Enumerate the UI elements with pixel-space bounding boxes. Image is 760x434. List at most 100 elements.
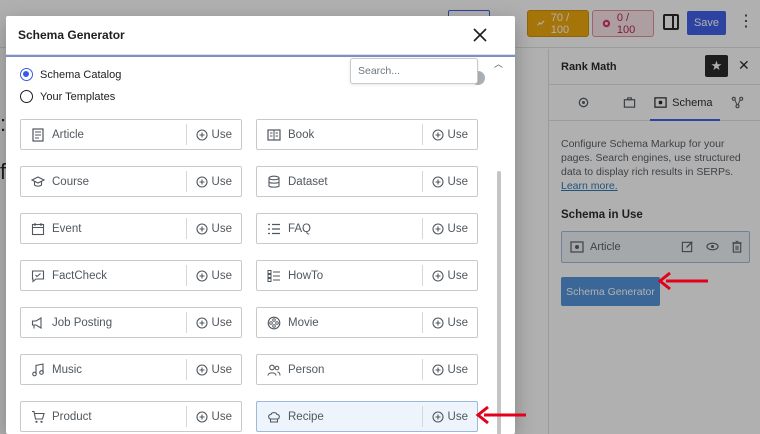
modal-title: Schema Generator <box>18 28 125 42</box>
modal-body: Schema Catalog Your Templates ︿ Article … <box>6 55 515 434</box>
radio-button[interactable] <box>20 90 33 103</box>
use-button[interactable]: Use <box>421 312 477 333</box>
use-button[interactable]: Use <box>421 265 477 286</box>
schema-card-recipe[interactable]: Recipe Use <box>256 401 478 432</box>
course-icon <box>31 175 45 187</box>
plus-circle-icon <box>431 222 444 235</box>
plus-circle-icon <box>195 316 208 329</box>
use-button[interactable]: Use <box>421 359 477 380</box>
use-label: Use <box>211 410 232 423</box>
schema-generator-modal: Schema Generator Schema Catalog Your Tem… <box>6 16 515 434</box>
radio-label: Schema Catalog <box>40 68 122 81</box>
cart-icon <box>32 410 45 423</box>
music-icon <box>32 362 44 376</box>
schema-card-label: Dataset <box>288 175 328 188</box>
plus-circle-icon <box>431 316 444 329</box>
close-icon[interactable] <box>470 25 490 45</box>
scroll-up-icon[interactable]: ︿ <box>494 57 503 70</box>
radio-schema-catalog[interactable]: Schema Catalog <box>20 68 121 81</box>
schema-card-course[interactable]: Course Use <box>20 166 242 197</box>
plus-circle-icon <box>195 175 208 188</box>
schema-card-label: Article <box>52 128 84 141</box>
schema-card-label: Person <box>288 363 325 376</box>
schema-card-book[interactable]: Book Use <box>256 119 478 150</box>
plus-circle-icon <box>195 269 208 282</box>
annotation-arrow <box>475 405 526 425</box>
use-label: Use <box>211 222 232 235</box>
schema-card-movie[interactable]: Movie Use <box>256 307 478 338</box>
search-box <box>350 58 478 84</box>
schema-card-label: Event <box>52 222 82 235</box>
schema-card-label: Recipe <box>288 410 324 423</box>
use-button[interactable]: Use <box>185 124 241 145</box>
schema-card-factcheck[interactable]: FactCheck Use <box>20 260 242 291</box>
modal-header: Schema Generator <box>6 16 515 55</box>
use-button[interactable]: Use <box>185 312 241 333</box>
plus-circle-icon <box>195 222 208 235</box>
article-icon <box>32 127 44 142</box>
use-button[interactable]: Use <box>421 171 477 192</box>
radio-label: Your Templates <box>40 90 116 103</box>
plus-circle-icon <box>431 410 444 423</box>
use-label: Use <box>211 316 232 329</box>
schema-card-label: Course <box>52 175 90 188</box>
use-button[interactable]: Use <box>185 171 241 192</box>
use-label: Use <box>211 269 232 282</box>
use-label: Use <box>447 269 468 282</box>
factcheck-icon <box>31 269 45 283</box>
plus-circle-icon <box>195 410 208 423</box>
use-button[interactable]: Use <box>185 218 241 239</box>
schema-card-label: FAQ <box>288 222 312 235</box>
use-label: Use <box>447 128 468 141</box>
modal-scrollbar[interactable] <box>497 171 501 434</box>
howto-icon <box>267 269 280 282</box>
use-button[interactable]: Use <box>185 406 241 427</box>
schema-card-dataset[interactable]: Dataset Use <box>256 166 478 197</box>
faq-icon <box>268 223 280 234</box>
use-button[interactable]: Use <box>421 124 477 145</box>
plus-circle-icon <box>431 128 444 141</box>
use-label: Use <box>447 363 468 376</box>
annotation-arrow <box>657 271 708 291</box>
use-label: Use <box>211 128 232 141</box>
schema-card-event[interactable]: Event Use <box>20 213 242 244</box>
schema-card-label: Book <box>288 128 315 141</box>
radio-button-checked[interactable] <box>20 68 33 81</box>
use-button[interactable]: Use <box>185 359 241 380</box>
schema-card-article[interactable]: Article Use <box>20 119 242 150</box>
schema-card-job-posting[interactable]: Job Posting Use <box>20 307 242 338</box>
use-label: Use <box>211 363 232 376</box>
schema-card-label: Movie <box>288 316 319 329</box>
schema-card-label: FactCheck <box>52 269 107 282</box>
plus-circle-icon <box>431 269 444 282</box>
plus-circle-icon <box>195 128 208 141</box>
movie-icon <box>267 316 281 329</box>
schema-card-faq[interactable]: FAQ Use <box>256 213 478 244</box>
schema-card-label: Music <box>52 363 83 376</box>
radio-your-templates[interactable]: Your Templates <box>20 90 115 103</box>
schema-card-label: Product <box>52 410 92 423</box>
use-label: Use <box>447 410 468 423</box>
use-label: Use <box>447 222 468 235</box>
schema-card-label: Job Posting <box>52 316 113 329</box>
use-button[interactable]: Use <box>185 265 241 286</box>
chef-hat-icon <box>268 411 280 423</box>
search-input[interactable] <box>351 59 477 83</box>
schema-card-person[interactable]: Person Use <box>256 354 478 385</box>
schema-card-howto[interactable]: HowTo Use <box>256 260 478 291</box>
schema-card-label: HowTo <box>288 269 324 282</box>
schema-card-product[interactable]: Product Use <box>20 401 242 432</box>
use-button[interactable]: Use <box>421 218 477 239</box>
schema-card-music[interactable]: Music Use <box>20 354 242 385</box>
use-label: Use <box>447 175 468 188</box>
dataset-icon <box>268 175 280 188</box>
book-icon <box>267 128 281 141</box>
use-button[interactable]: Use <box>421 406 477 427</box>
use-label: Use <box>211 175 232 188</box>
use-label: Use <box>447 316 468 329</box>
person-icon <box>267 364 281 376</box>
plus-circle-icon <box>431 363 444 376</box>
event-icon <box>31 222 45 235</box>
plus-circle-icon <box>431 175 444 188</box>
plus-circle-icon <box>195 363 208 376</box>
